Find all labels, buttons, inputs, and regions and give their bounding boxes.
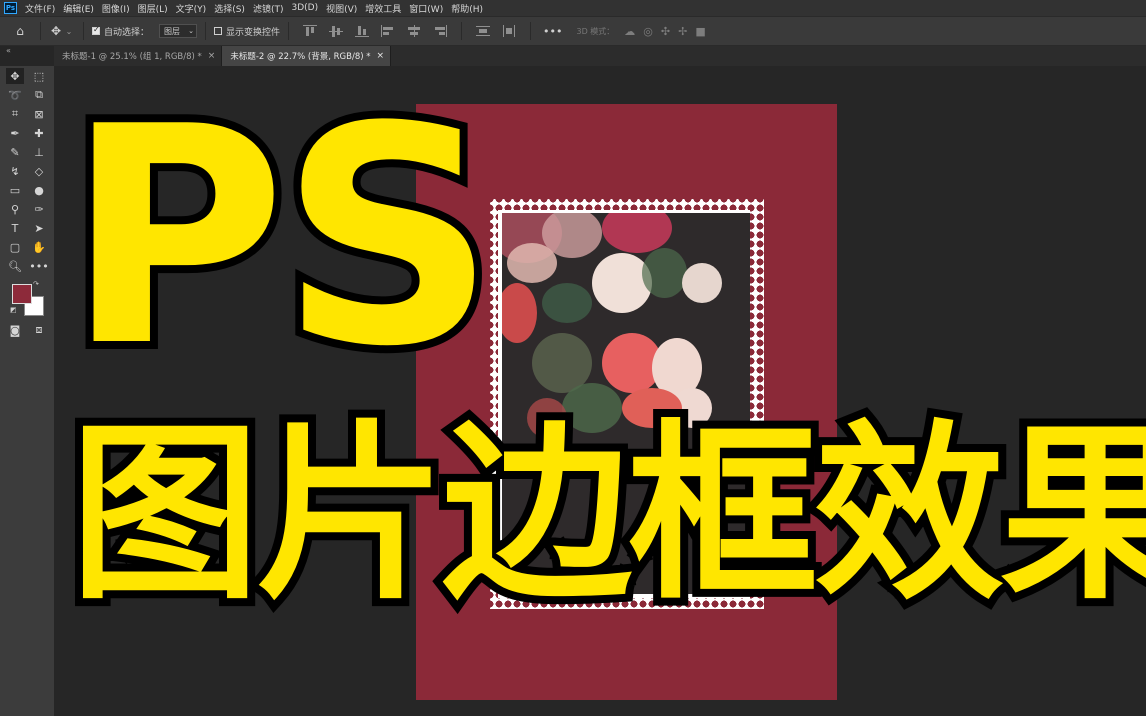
dodge-tool-icon[interactable]: ⚲ (6, 201, 24, 217)
blur-tool-icon[interactable]: ● (30, 182, 48, 198)
menu-plugins[interactable]: 增效工具 (361, 2, 405, 15)
pen-tool-icon[interactable]: ✑ (30, 201, 48, 217)
tab-label: 未标题-2 @ 22.7% (背景, RGB/8) * (230, 52, 371, 62)
eraser-tool-icon[interactable]: ◇ (30, 163, 48, 179)
marquee-tool-icon[interactable]: ⬚ (30, 68, 48, 84)
align-left-icon[interactable] (381, 25, 395, 37)
default-colors-icon[interactable]: ◩ (10, 306, 17, 314)
scale-3d-icon[interactable]: ■ (695, 25, 705, 38)
history-brush-tool-icon[interactable]: ↯ (6, 163, 24, 179)
divider (461, 22, 463, 40)
move-tool-icon[interactable]: ✥ (6, 68, 24, 84)
collapse-panel-icon[interactable]: « (6, 46, 11, 55)
menu-window[interactable]: 窗口(W) (405, 2, 447, 15)
align-hcenter-icon[interactable] (407, 25, 421, 37)
object-select-tool-icon[interactable]: ⧉ (30, 87, 48, 103)
clone-stamp-tool-icon[interactable]: ⊥ (30, 144, 48, 160)
type-tool-icon[interactable]: T (6, 220, 24, 236)
rectangle-tool-icon[interactable]: ▢ (6, 239, 24, 255)
show-transform-label: 显示变换控件 (226, 27, 281, 38)
close-icon[interactable]: × (377, 51, 385, 61)
hand-tool-icon[interactable]: ✋ (30, 239, 48, 255)
3d-mode-label: 3D 模式： (576, 26, 615, 36)
divider (83, 22, 84, 40)
divider (205, 22, 207, 40)
home-icon[interactable]: ⌂ (0, 24, 40, 38)
brush-tool-icon[interactable]: ✎ (6, 144, 24, 160)
options-bar: ⌂ ✥ ⌄ 自动选择： 图层 ⌄ 显示变换控件 ••• 3D 模式： ☁ ◎ ✣… (0, 16, 1146, 46)
auto-select-label: 自动选择： (104, 27, 150, 38)
align-right-icon[interactable] (433, 25, 448, 37)
gradient-tool-icon[interactable]: ▭ (6, 182, 24, 198)
headline-subtitle: 图片边框效果 (62, 404, 1146, 625)
menu-help[interactable]: 帮助(H) (447, 2, 487, 15)
align-top-icon[interactable] (303, 25, 318, 37)
align-bottom-icon[interactable] (355, 25, 370, 37)
show-transform-checkbox[interactable] (214, 27, 223, 35)
photoshop-logo-icon: Ps (4, 2, 17, 14)
menu-bar: Ps 文件(F) 编辑(E) 图像(I) 图层(L) 文字(Y) 选择(S) 滤… (0, 0, 1146, 16)
menu-file[interactable]: 文件(F) (21, 2, 59, 15)
auto-select-target-value: 图层 (164, 26, 181, 36)
headline-ps: PS (58, 63, 504, 412)
screen-mode-icon[interactable]: ⧈ (30, 322, 48, 338)
auto-select-target-dropdown[interactable]: 图层 ⌄ (159, 24, 198, 38)
toolbox: « ✥ ⬚ ➰ ⧉ ⌗ ⊠ ✒ ✚ ✎ ⊥ ↯ ◇ ▭ ● ⚲ ✑ T ➤ ▢ … (0, 46, 54, 716)
auto-select-checkbox[interactable] (92, 25, 100, 35)
slide-3d-icon[interactable]: ✢ (678, 25, 687, 38)
swap-colors-icon[interactable]: ↷ (33, 280, 39, 288)
chevron-down-icon: ⌄ (188, 27, 195, 35)
foreground-color-swatch[interactable] (12, 284, 32, 304)
divider (530, 22, 532, 40)
path-select-tool-icon[interactable]: ➤ (30, 220, 48, 236)
chevron-down-icon[interactable]: ⌄ (63, 27, 75, 36)
divider (288, 22, 290, 40)
drag-3d-icon[interactable]: ✣ (661, 25, 670, 38)
menu-image[interactable]: 图像(I) (98, 2, 134, 15)
menu-layer[interactable]: 图层(L) (134, 2, 172, 15)
align-vcenter-icon[interactable] (329, 25, 344, 37)
zoom-tool-icon[interactable]: 🔍︎ (6, 258, 24, 274)
divider (40, 22, 41, 40)
menu-edit[interactable]: 编辑(E) (59, 2, 98, 15)
close-icon[interactable]: × (208, 51, 216, 61)
roll-3d-icon[interactable]: ◎ (643, 25, 653, 38)
menu-select[interactable]: 选择(S) (210, 2, 249, 15)
menu-3d[interactable]: 3D(D) (287, 3, 322, 13)
move-tool-icon[interactable]: ✥ (49, 24, 63, 38)
distribute-vertical-icon[interactable] (476, 25, 491, 37)
quick-mask-icon[interactable]: ◙ (6, 322, 24, 338)
distribute-horizontal-icon[interactable] (502, 25, 516, 37)
menu-view[interactable]: 视图(V) (322, 2, 361, 15)
frame-tool-icon[interactable]: ⊠ (30, 106, 48, 122)
lasso-tool-icon[interactable]: ➰ (6, 87, 24, 103)
edit-toolbar-icon[interactable]: ••• (29, 258, 48, 274)
more-options-button[interactable]: ••• (543, 25, 562, 38)
menu-type[interactable]: 文字(Y) (172, 2, 211, 15)
eyedropper-tool-icon[interactable]: ✒ (6, 125, 24, 141)
orbit-3d-icon[interactable]: ☁ (624, 25, 635, 38)
menu-filter[interactable]: 滤镜(T) (249, 2, 288, 15)
crop-tool-icon[interactable]: ⌗ (6, 106, 24, 122)
tab-label: 未标题-1 @ 25.1% (组 1, RGB/8) * (62, 52, 202, 62)
healing-brush-tool-icon[interactable]: ✚ (30, 125, 48, 141)
